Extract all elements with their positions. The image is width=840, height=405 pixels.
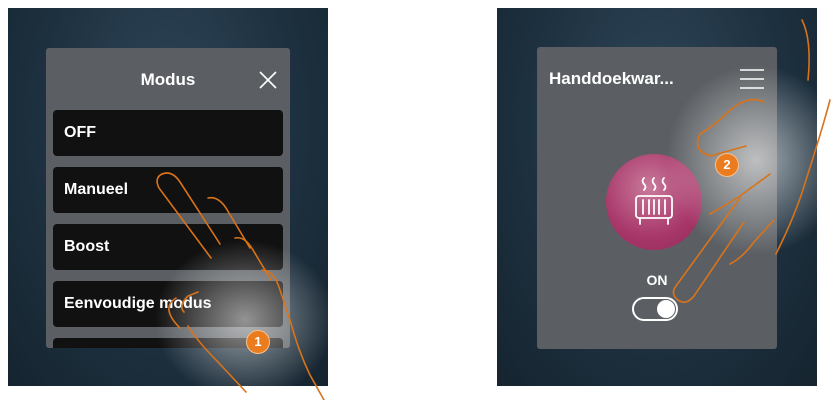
mode-list: OFF Manueel Boost Eenvoudige modus bbox=[53, 110, 283, 348]
hamburger-menu-icon[interactable] bbox=[739, 67, 765, 91]
device-card: Handdoekwar... ON bbox=[537, 47, 777, 349]
mode-item-manual[interactable]: Manueel bbox=[53, 167, 283, 213]
power-toggle[interactable] bbox=[632, 297, 678, 321]
toggle-knob bbox=[657, 300, 675, 318]
step-badge-2: 2 bbox=[715, 153, 739, 177]
device-screen: Handdoekwar... ON bbox=[497, 8, 817, 386]
mode-item-simple[interactable]: Eenvoudige modus bbox=[53, 281, 283, 327]
device-status-circle bbox=[606, 154, 702, 250]
towel-heater-icon bbox=[635, 177, 673, 225]
panel-title: Modus bbox=[140, 70, 196, 89]
mode-selection-screen: Modus OFF Manueel Boost Eenvoudige modus bbox=[8, 8, 328, 386]
mode-item-boost[interactable]: Boost bbox=[53, 224, 283, 270]
close-icon[interactable] bbox=[258, 70, 278, 90]
device-name: Handdoekwar... bbox=[549, 69, 674, 88]
toggle-state-label: ON bbox=[646, 272, 668, 288]
step-badge-1: 1 bbox=[246, 330, 270, 354]
mode-menu-panel: Modus OFF Manueel Boost Eenvoudige modus bbox=[46, 48, 290, 348]
mode-item-off[interactable]: OFF bbox=[53, 110, 283, 156]
